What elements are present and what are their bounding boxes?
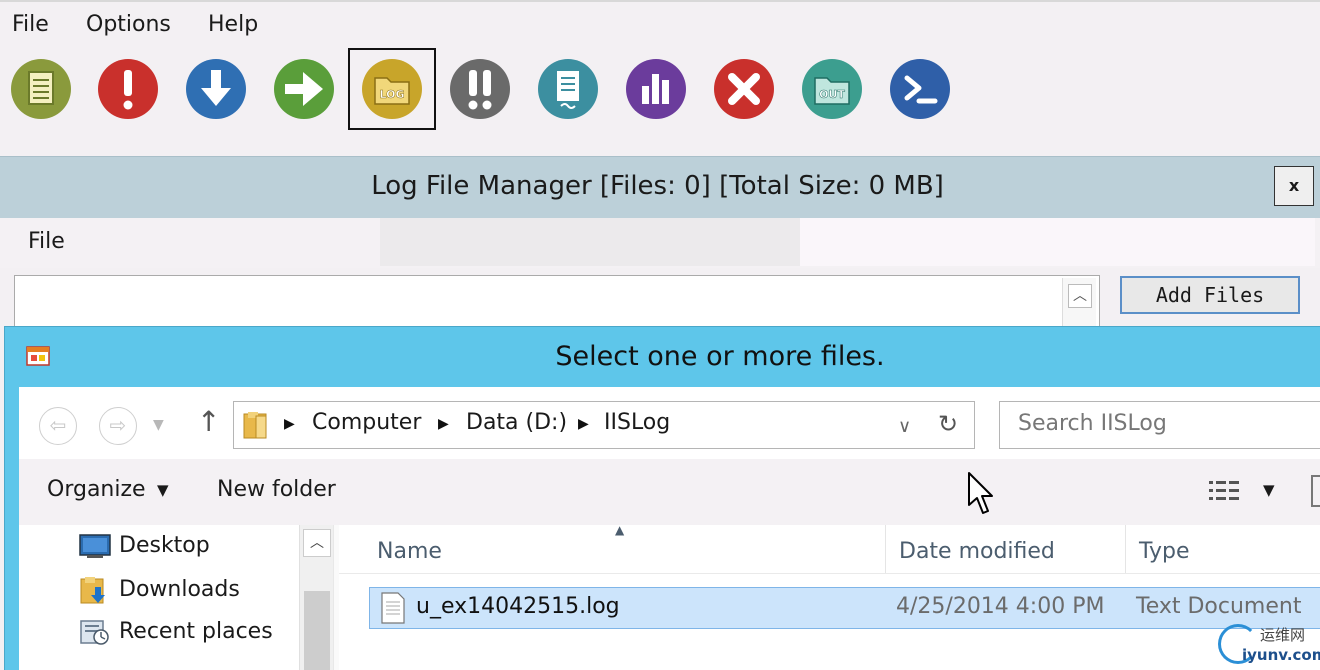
change-view-icon[interactable]: [1209, 479, 1241, 505]
breadcrumb-separator-icon[interactable]: ▶: [578, 416, 589, 432]
scroll-thumb[interactable]: [304, 591, 330, 670]
nav-item-label: Downloads: [119, 577, 240, 602]
address-history-dropdown-icon[interactable]: ∨: [898, 416, 911, 437]
close-x-icon[interactable]: [713, 58, 775, 120]
file-list: ▲ Name Date modified Type u_ex14042515.l…: [339, 523, 1320, 670]
dialog-command-bar: Organize ▼ New folder ▼: [19, 459, 1320, 525]
table-row[interactable]: u_ex14042515.log 4/25/2014 4:00 PM Text …: [369, 587, 1320, 629]
navigation-pane: Desktop Downloads Recent places: [19, 525, 333, 670]
forward-icon[interactable]: ⇨: [99, 407, 137, 445]
back-icon[interactable]: ⇦: [39, 407, 77, 445]
search-input[interactable]: Search IISLog: [999, 401, 1320, 449]
watermark-en: iyunv.com: [1242, 646, 1320, 664]
menu-options[interactable]: Options: [86, 12, 171, 37]
breadcrumb-computer[interactable]: Computer: [312, 410, 421, 435]
column-header-type[interactable]: Type: [1139, 539, 1190, 564]
selected-tool-highlight: [348, 48, 436, 130]
column-divider[interactable]: [885, 525, 886, 573]
scroll-up-icon[interactable]: ︿: [1068, 284, 1092, 308]
dialog-title: Select one or more files.: [555, 341, 885, 372]
breadcrumb-separator-icon: ▶: [284, 416, 295, 432]
column-header-date[interactable]: Date modified: [899, 539, 1055, 564]
menu-help[interactable]: Help: [208, 12, 258, 37]
log-manager-menubar: File: [0, 218, 1320, 268]
sort-ascending-icon: ▲: [615, 523, 625, 537]
desktop-icon: [79, 534, 111, 558]
folder-icon: [243, 412, 267, 439]
add-files-button[interactable]: Add Files: [1120, 276, 1300, 314]
nav-item-label: Recent places: [119, 619, 273, 644]
nav-item-label: Desktop: [119, 533, 210, 558]
log-manager-titlebar: Log File Manager [Files: 0] [Total Size:…: [0, 156, 1320, 218]
right-arrow-icon[interactable]: [273, 58, 335, 120]
svg-text:OUT: OUT: [819, 88, 845, 101]
dialog-body: ⇦ ⇨ ▼ ↑ ▶ Computer ▶ Data (D:) ▶ IISLog …: [19, 387, 1320, 670]
log-manager-menu-file[interactable]: File: [28, 229, 65, 254]
main-menubar: File Options Help: [0, 0, 1320, 50]
dialog-titlebar: Select one or more files.: [5, 327, 1320, 387]
watermark-cn: 运维网: [1260, 626, 1306, 644]
breadcrumb-folder[interactable]: IISLog: [604, 410, 670, 435]
text-file-icon[interactable]: [537, 58, 599, 120]
main-toolbar: LOG OUT: [0, 50, 1320, 154]
preview-pane-icon[interactable]: [1311, 475, 1320, 507]
recent-places-icon: [80, 620, 109, 645]
up-folder-icon[interactable]: ↑: [197, 405, 220, 438]
out-folder-icon[interactable]: OUT: [801, 58, 863, 120]
log-manager-close-button[interactable]: x: [1274, 166, 1314, 206]
double-exclamation-icon[interactable]: [449, 58, 511, 120]
powershell-icon[interactable]: [889, 58, 951, 120]
document-icon[interactable]: [10, 58, 72, 120]
bar-chart-icon[interactable]: [625, 58, 687, 120]
column-header-name[interactable]: Name: [377, 539, 442, 564]
refresh-icon[interactable]: ↻: [938, 410, 958, 438]
organize-button[interactable]: Organize: [47, 477, 146, 502]
new-folder-button[interactable]: New folder: [217, 477, 336, 502]
menu-file[interactable]: File: [12, 12, 49, 37]
downloads-icon: [80, 577, 105, 604]
recent-locations-dropdown-icon[interactable]: ▼: [153, 417, 164, 433]
nav-item-desktop[interactable]: Desktop: [79, 533, 210, 559]
exclamation-icon[interactable]: [97, 58, 159, 120]
mouse-cursor-icon: [968, 472, 993, 514]
header-divider: [339, 573, 1320, 574]
search-placeholder: Search IISLog: [1018, 411, 1167, 436]
address-bar[interactable]: ▶ Computer ▶ Data (D:) ▶ IISLog ∨ ↻: [233, 401, 975, 449]
scroll-up-icon[interactable]: ︿: [303, 529, 331, 557]
organize-dropdown-icon[interactable]: ▼: [157, 481, 169, 499]
view-options-dropdown-icon[interactable]: ▼: [1263, 481, 1275, 499]
file-name: u_ex14042515.log: [416, 594, 620, 619]
nav-item-recent-places[interactable]: Recent places: [79, 617, 273, 647]
breadcrumb-drive[interactable]: Data (D:): [466, 410, 567, 435]
download-arrow-icon[interactable]: [185, 58, 247, 120]
navigation-pane-scrollbar[interactable]: ︿: [299, 525, 333, 670]
file-type: Text Document: [1136, 594, 1302, 619]
log-file-list-scrollbar[interactable]: ︿: [1062, 278, 1096, 330]
breadcrumb-separator-icon[interactable]: ▶: [438, 416, 449, 432]
file-date: 4/25/2014 4:00 PM: [896, 594, 1105, 619]
dialog-navbar: ⇦ ⇨ ▼ ↑ ▶ Computer ▶ Data (D:) ▶ IISLog …: [19, 387, 1320, 459]
log-manager-title: Log File Manager [Files: 0] [Total Size:…: [371, 171, 944, 201]
nav-item-downloads[interactable]: Downloads: [79, 575, 240, 605]
column-divider[interactable]: [1125, 525, 1126, 573]
text-document-icon: [381, 592, 405, 624]
file-open-dialog: Select one or more files. ⇦ ⇨ ▼ ↑ ▶ Comp…: [4, 326, 1320, 670]
watermark-logo: 运维网 iyunv.com: [1212, 622, 1320, 670]
